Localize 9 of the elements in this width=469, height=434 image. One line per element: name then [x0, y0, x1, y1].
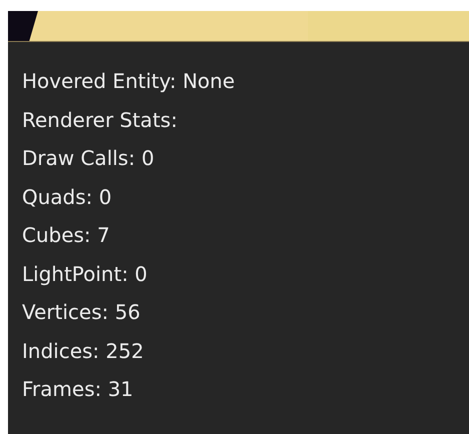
stat-text: Renderer Stats: — [22, 106, 178, 134]
stat-text: Cubes: 7 — [22, 222, 111, 249]
stat-text: Frames: 31 — [22, 376, 134, 403]
stat-text: LightPoint: 0 — [22, 260, 148, 288]
stat-text: Draw Calls: 0 — [22, 145, 156, 172]
stat-text: Hovered Entity: None — [22, 68, 236, 95]
stat-text: Vertices: 56 — [22, 299, 142, 326]
stat-text: Indices: 252 — [22, 338, 145, 364]
stat-text: Quads: 0 — [22, 184, 113, 210]
